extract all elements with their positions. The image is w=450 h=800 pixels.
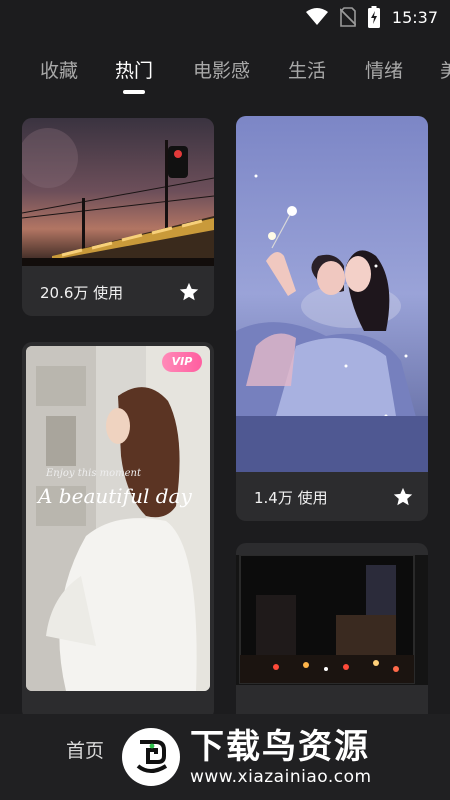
app-screen: 15:37 收藏 热门 电影感 生活 情绪 美 20.6万 使用 1.4万 使用… [0,0,450,800]
star-icon[interactable] [392,486,414,508]
category-tabs: 收藏 热门 电影感 生活 情绪 美 [0,56,450,96]
tab-beauty[interactable]: 美 [440,56,450,83]
template-card[interactable]: 20.6万 使用 [22,118,214,316]
watermark: 下载鸟资源 www.xiazainiao.com [122,714,372,800]
card-footer: 1.4万 使用 [236,473,428,521]
bottom-navigation: 首页 下载鸟资源 www.xiazainiao.com [0,714,450,800]
tab-favorites[interactable]: 收藏 [40,56,78,83]
overlay-caption: Enjoy this moment [46,468,142,479]
nav-home[interactable]: 首页 [66,736,104,763]
vip-badge: VIP [162,352,202,372]
watermark-text: 下载鸟资源 www.xiazainiao.com [190,727,372,787]
star-icon[interactable] [178,281,200,303]
battery-charging-icon [367,6,380,28]
status-icons: 15:37 [305,6,438,28]
active-tab-indicator [123,90,145,94]
usage-count: 20.6万 使用 [40,283,124,302]
card-footer: 20.6万 使用 [22,268,214,316]
usage-count: 1.4万 使用 [254,488,328,507]
template-card[interactable]: VIP Enjoy this moment A beautiful day [22,342,214,720]
watermark-title: 下载鸟资源 [190,727,370,767]
template-card[interactable]: 1.4万 使用 [236,116,428,521]
template-thumbnail[interactable]: VIP Enjoy this moment A beautiful day [26,346,210,691]
tab-cinematic[interactable]: 电影感 [193,56,250,83]
template-thumbnail[interactable] [236,116,428,472]
tab-emotion[interactable]: 情绪 [365,56,403,83]
template-card[interactable] [236,543,428,743]
bird-logo-icon [122,728,180,786]
overlay-title: A beautiful day [38,484,192,508]
template-thumbnail[interactable] [22,118,214,266]
wifi-icon [305,8,328,26]
no-sim-icon [339,7,356,27]
template-thumbnail[interactable] [236,554,428,685]
status-bar: 15:37 [0,0,450,36]
tab-popular[interactable]: 热门 [115,56,153,83]
watermark-url: www.xiazainiao.com [190,767,372,787]
status-time: 15:37 [391,7,438,27]
tab-life[interactable]: 生活 [288,56,326,83]
